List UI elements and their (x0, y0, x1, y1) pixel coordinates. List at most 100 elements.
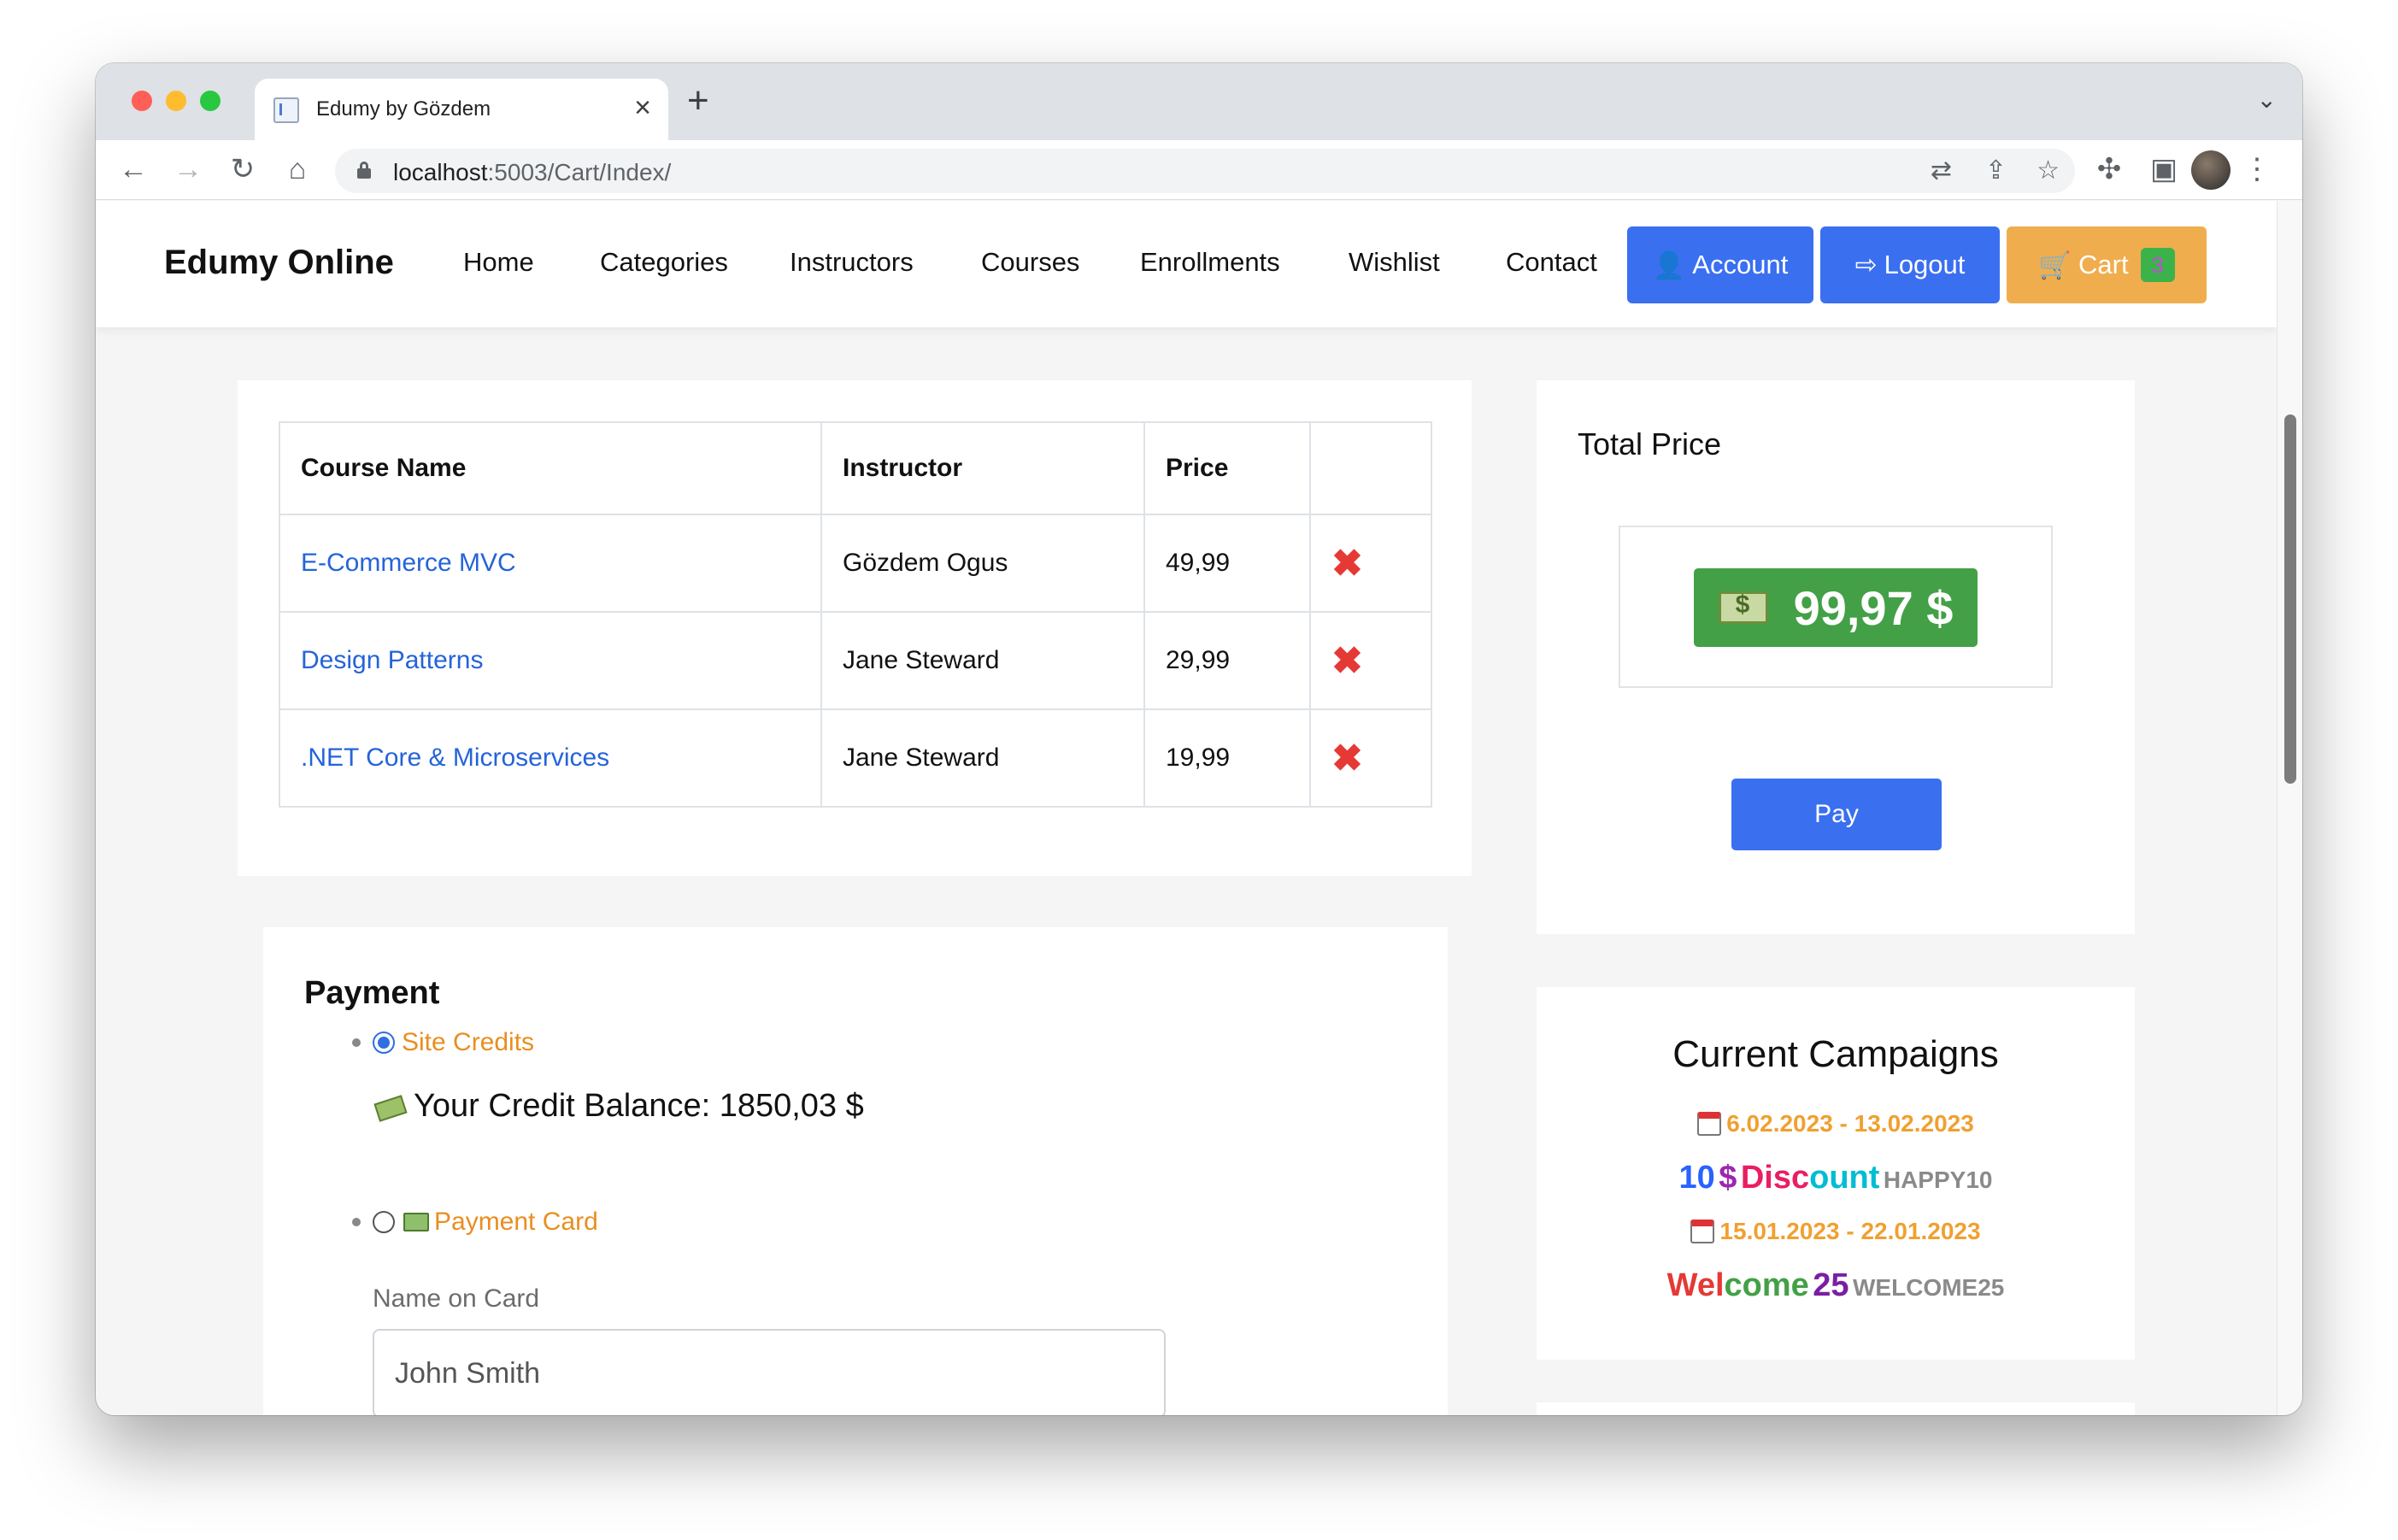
header-instructor: Instructor (820, 421, 1145, 515)
nav-home[interactable]: Home (463, 247, 534, 278)
campaign-name: 10 $ Discount HAPPY10 (1678, 1160, 1993, 1196)
campaign-dates: 6.02.2023 - 13.02.2023 (1537, 1110, 2135, 1137)
money-bill-icon (1718, 591, 1768, 624)
list-bullet (352, 1218, 361, 1226)
reload-icon[interactable]: ↻ (224, 150, 262, 188)
money-with-wings-icon (373, 1094, 405, 1120)
forward-arrow-icon[interactable]: → (169, 150, 207, 188)
course-link[interactable]: .NET Core & Microservices (301, 744, 609, 772)
minimize-window-button[interactable] (166, 91, 186, 111)
remove-item-icon[interactable]: ✖ (1331, 543, 1363, 585)
lock-icon (357, 162, 371, 179)
cart-button[interactable]: 🛒 Cart 3 (2007, 226, 2207, 303)
close-tab-icon[interactable]: × (634, 92, 651, 123)
instructor-cell: Gözdem Ogus (820, 514, 1145, 613)
banknote-icon (403, 1213, 429, 1231)
total-price-card: Total Price 99,97 $ Pay (1537, 380, 2135, 934)
site-credits-label[interactable]: Site Credits (402, 1028, 534, 1057)
credit-balance-text: Your Credit Balance: 1850,03 $ (414, 1088, 864, 1124)
url-text: localhost:5003/Cart/Index/ (393, 159, 672, 185)
user-icon: 👤 (1652, 250, 1686, 280)
payment-card-label[interactable]: Payment Card (434, 1208, 598, 1237)
total-price-badge: 99,97 $ (1694, 568, 1978, 647)
course-link[interactable]: Design Patterns (301, 646, 483, 674)
instructor-cell: Jane Steward (820, 611, 1145, 710)
instructor-cell: Jane Steward (820, 708, 1145, 808)
page-viewport: Edumy Online Home Categories Instructors… (96, 201, 2277, 1415)
home-icon[interactable]: ⌂ (279, 150, 316, 188)
campaign-name: Welcome 25 WELCOME25 (1666, 1267, 2005, 1303)
payment-card-radio[interactable] (373, 1211, 395, 1233)
campaigns-title: Current Campaigns (1672, 1033, 1999, 1075)
browser-menu-icon[interactable]: ⋮ (2242, 150, 2272, 188)
page-scrollbar[interactable] (2277, 201, 2302, 1415)
total-price-box: 99,97 $ (1619, 526, 2053, 688)
price-cell: 29,99 (1143, 611, 1311, 710)
list-bullet (352, 1038, 361, 1047)
account-button[interactable]: 👤 Account (1627, 226, 1813, 303)
browser-window: Edumy by Gözdem × + ⌄ ← → ↻ ⌂ localhost:… (96, 63, 2302, 1415)
tab-search-chevron-icon[interactable]: ⌄ (2257, 85, 2277, 114)
nav-courses[interactable]: Courses (981, 247, 1079, 278)
account-button-label: Account (1692, 250, 1789, 279)
page-favicon-icon (273, 97, 299, 123)
cart-button-label: Cart (2078, 250, 2129, 279)
tab-title: Edumy by Gözdem (316, 97, 491, 120)
campaign-dates: 15.01.2023 - 22.01.2023 (1537, 1218, 2135, 1245)
cart-table: Course Name Instructor Price E-Commerce … (279, 421, 1432, 808)
table-row: .NET Core & Microservices Jane Steward 1… (279, 708, 1432, 808)
logout-button[interactable]: ⇨ Logout (1820, 226, 2000, 303)
scrollbar-thumb[interactable] (2284, 414, 2296, 784)
back-arrow-icon[interactable]: ← (115, 150, 152, 188)
pay-button[interactable]: Pay (1731, 779, 1942, 850)
sign-out-icon: ⇨ (1854, 250, 1878, 279)
nav-enrollments[interactable]: Enrollments (1140, 247, 1280, 278)
payment-card: Payment Site Credits Your Credit Balance… (263, 927, 1448, 1415)
tab-strip: Edumy by Gözdem × + ⌄ (96, 63, 2302, 140)
table-header-row: Course Name Instructor Price (279, 421, 1432, 515)
header-actions (1309, 421, 1432, 515)
new-tab-icon[interactable]: + (687, 82, 709, 120)
total-price-title: Total Price (1578, 426, 1722, 461)
course-link[interactable]: E-Commerce MVC (301, 549, 516, 577)
calendar-icon (1690, 1220, 1715, 1243)
bookmark-star-icon[interactable]: ☆ (2037, 156, 2060, 185)
table-row: E-Commerce MVC Gözdem Ogus 49,99 ✖ (279, 514, 1432, 613)
zoom-window-button[interactable] (200, 91, 220, 111)
nav-contact[interactable]: Contact (1506, 247, 1597, 278)
share-icon[interactable]: ⇪ (1985, 156, 2007, 185)
price-cell: 49,99 (1143, 514, 1311, 613)
profile-avatar[interactable] (2191, 150, 2230, 190)
nav-instructors[interactable]: Instructors (790, 247, 914, 278)
name-on-card-input[interactable] (373, 1329, 1166, 1415)
calendar-icon (1697, 1112, 1722, 1136)
shopping-cart-icon: 🛒 (2038, 250, 2072, 280)
side-panel-icon[interactable]: ▣ (2145, 150, 2183, 188)
campaigns-card: Current Campaigns 6.02.2023 - 13.02.2023… (1537, 987, 2135, 1360)
table-row: Design Patterns Jane Steward 29,99 ✖ (279, 611, 1432, 710)
address-bar[interactable]: localhost:5003/Cart/Index/ ⇄ ⇪ ☆ (335, 149, 2075, 193)
nav-categories[interactable]: Categories (600, 247, 728, 278)
site-navbar: Edumy Online Home Categories Instructors… (96, 201, 2277, 327)
extensions-puzzle-icon[interactable]: ✣ (2090, 150, 2128, 188)
site-credits-radio[interactable] (373, 1032, 395, 1054)
translate-icon[interactable]: ⇄ (1931, 156, 1952, 185)
payment-title: Payment (304, 975, 440, 1011)
browser-toolbar: ← → ↻ ⌂ localhost:5003/Cart/Index/ ⇄ ⇪ ☆… (96, 140, 2302, 200)
credit-balance-line: Your Credit Balance: 1850,03 $ (373, 1088, 864, 1125)
header-course-name: Course Name (279, 421, 822, 515)
campaign-code: HAPPY10 (1883, 1167, 1993, 1193)
close-window-button[interactable] (132, 91, 152, 111)
total-price-value: 99,97 $ (1793, 580, 1954, 635)
browser-tab[interactable]: Edumy by Gözdem × (255, 79, 668, 140)
header-price: Price (1143, 421, 1311, 515)
logout-button-label: Logout (1884, 250, 1966, 279)
next-card-edge (1537, 1402, 2135, 1415)
nav-wishlist[interactable]: Wishlist (1349, 247, 1440, 278)
cart-count-badge: 3 (2140, 248, 2175, 282)
remove-item-icon[interactable]: ✖ (1331, 640, 1363, 682)
price-cell: 19,99 (1143, 708, 1311, 808)
remove-item-icon[interactable]: ✖ (1331, 738, 1363, 779)
name-on-card-label: Name on Card (373, 1284, 540, 1313)
site-brand[interactable]: Edumy Online (164, 244, 394, 282)
